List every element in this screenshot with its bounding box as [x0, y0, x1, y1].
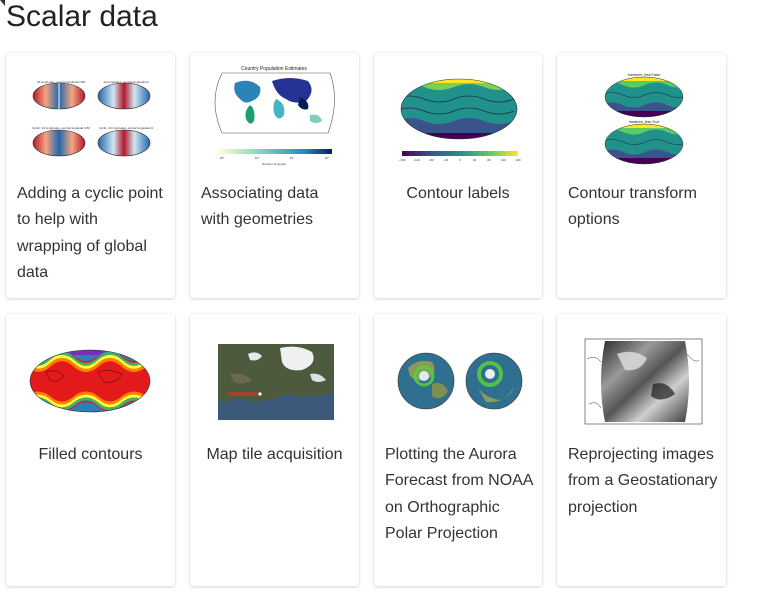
svg-text:160: 160: [515, 158, 520, 162]
gallery-card-filled-contours[interactable]: Filled contours: [6, 314, 175, 586]
country-population-thumbnail: Country Population Estimates 10⁵ 10⁶ 10⁷…: [190, 53, 359, 173]
card-label: Contour transform options: [568, 185, 697, 229]
svg-text:10⁷: 10⁷: [290, 156, 294, 160]
contour-transform-thumbnail: transform_first=False transform_first=Tr…: [557, 53, 726, 173]
svg-text:−80: −80: [428, 158, 433, 162]
svg-text:Cyclic: 24 longitudes, central: Cyclic: 24 longitudes, central longitude…: [99, 126, 154, 130]
gallery-card-aurora[interactable]: Plotting the Aurora Forecast from NOAA o…: [374, 314, 542, 586]
svg-text:10⁵: 10⁵: [220, 156, 225, 160]
svg-text:10⁶: 10⁶: [255, 156, 260, 160]
card-label: Adding a cyclic point to help with wrapp…: [17, 185, 163, 282]
thumb-title: Country Population Estimates: [241, 66, 307, 72]
svg-text:−120: −120: [413, 158, 420, 162]
svg-text:Number of people: Number of people: [262, 162, 286, 166]
gallery-card-geostationary[interactable]: Reprojecting images from a Geostationary…: [557, 314, 726, 586]
svg-text:40: 40: [473, 158, 477, 162]
card-label: Reprojecting images from a Geostationary…: [568, 446, 718, 516]
card-label: Map tile acquisition: [206, 446, 343, 463]
gallery-card-contour-transform[interactable]: transform_first=False transform_first=Tr…: [557, 53, 726, 298]
svg-text:−160: −160: [399, 158, 406, 162]
filled-contours-thumbnail: [6, 314, 175, 434]
card-label: Associating data with geometries: [201, 185, 319, 229]
svg-text:10⁸: 10⁸: [325, 156, 330, 160]
card-label: Filled contours: [38, 446, 143, 463]
svg-text:transform_first=True: transform_first=True: [629, 120, 660, 124]
svg-text:transform_first=False: transform_first=False: [628, 73, 660, 77]
gallery-card-associating-data[interactable]: Country Population Estimates 10⁵ 10⁶ 10⁷…: [190, 53, 359, 298]
svg-text:0: 0: [459, 158, 461, 162]
card-label: Plotting the Aurora Forecast from NOAA o…: [385, 446, 533, 543]
page-title: Scalar data: [6, 0, 158, 33]
svg-text:−40: −40: [443, 158, 448, 162]
map-tile-thumbnail: [190, 314, 359, 434]
geostationary-thumbnail: [557, 314, 726, 434]
svg-text:Cyclic: 24 longitudes, central: Cyclic: 24 longitudes, central longitude…: [32, 126, 90, 130]
card-label: Contour labels: [406, 185, 510, 202]
svg-text:120: 120: [501, 158, 506, 162]
cyclic-point-thumbnail: 24 longitudes, central longitude=180 24 …: [6, 53, 175, 173]
gallery-card-cyclic-point[interactable]: 24 longitudes, central longitude=180 24 …: [6, 53, 175, 298]
mouse-cursor: [0, 0, 5, 6]
aurora-thumbnail: [374, 314, 542, 434]
gallery-card-map-tile[interactable]: Map tile acquisition: [190, 314, 359, 586]
gallery-card-contour-labels[interactable]: −160 −120 −80 −40 0 40 80 120 160 Contou…: [374, 53, 542, 298]
svg-text:80: 80: [487, 158, 491, 162]
contour-labels-thumbnail: −160 −120 −80 −40 0 40 80 120 160: [374, 53, 542, 173]
